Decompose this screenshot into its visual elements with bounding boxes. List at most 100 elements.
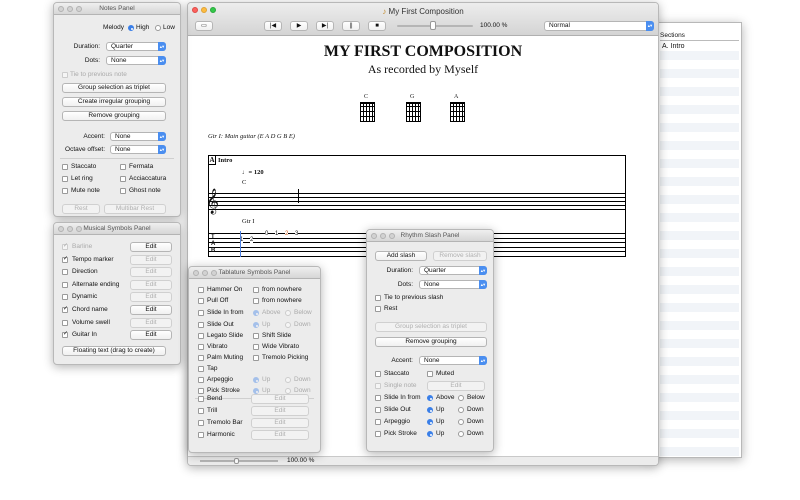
volume-swell-checkbox[interactable] (62, 319, 68, 326)
single-note-edit-button[interactable]: Edit (427, 381, 485, 391)
melody-low-radio[interactable] (155, 25, 161, 31)
rewind-button[interactable]: |◀ (264, 21, 282, 31)
arpeggio-down-radio[interactable] (285, 377, 291, 383)
slash-slide-up-radio[interactable] (427, 407, 433, 413)
slash-slide-out-checkbox[interactable] (375, 407, 381, 413)
dynamic-edit-button[interactable]: Edit (130, 292, 172, 303)
remove-grouping-button[interactable]: Remove grouping (62, 111, 166, 121)
multibar-rest-button[interactable]: Multibar Rest (104, 204, 166, 214)
slash-slide-above-radio[interactable] (427, 395, 433, 401)
pull-off-checkbox[interactable] (198, 298, 204, 304)
remove-slash-button[interactable]: Remove slash (433, 251, 487, 261)
add-slash-button[interactable]: Add slash (375, 251, 427, 261)
alternate-ending-checkbox[interactable] (62, 281, 68, 288)
slash-group-triplet-button[interactable]: Group selection as triplet (375, 322, 487, 332)
guitar-in-checkbox[interactable] (62, 330, 68, 339)
slash-slide-in-checkbox[interactable] (375, 395, 381, 401)
chord-name-edit-button[interactable]: Edit (130, 305, 172, 315)
slide-in-from-checkbox[interactable] (198, 310, 204, 316)
barline-checkbox[interactable] (62, 242, 68, 250)
harmonic-checkbox[interactable] (198, 432, 204, 438)
end-button[interactable]: ▶| (316, 21, 334, 31)
pull-from-nowhere-checkbox[interactable] (253, 298, 259, 304)
tremolo-picking-checkbox[interactable] (253, 355, 259, 361)
direction-checkbox[interactable] (62, 269, 68, 276)
barline-edit-button[interactable]: Edit (130, 242, 172, 252)
octave-select[interactable]: None ▴▾ (110, 145, 166, 154)
chord-name-checkbox[interactable] (62, 305, 68, 313)
slash-staccato-checkbox[interactable] (375, 371, 381, 377)
tremolo-bar-checkbox[interactable] (198, 420, 204, 426)
tempo-marker-edit-button[interactable]: Edit (130, 254, 172, 265)
slide-out-checkbox[interactable] (198, 322, 204, 328)
slash-dots-select[interactable]: None ▴▾ (419, 280, 487, 289)
dots-select[interactable]: None ▴▾ (106, 56, 166, 65)
acciaccatura-checkbox[interactable] (120, 176, 126, 182)
palm-muting-checkbox[interactable] (198, 355, 204, 361)
slide-down-radio[interactable] (285, 322, 291, 328)
accent-select[interactable]: None ▴▾ (110, 132, 166, 141)
floating-text-button[interactable]: Floating text (drag to create) (62, 346, 166, 356)
direction-edit-button[interactable]: Edit (130, 267, 172, 278)
slash-arpeggio-down-radio[interactable] (458, 419, 464, 425)
slash-duration-select[interactable]: Quarter ▴▾ (419, 266, 487, 275)
slash-arpeggio-up-radio[interactable] (427, 419, 433, 425)
slash-slide-down-radio[interactable] (458, 407, 464, 413)
tremolo-bar-edit-button[interactable]: Edit (251, 418, 309, 428)
slash-pick-down-radio[interactable] (458, 431, 464, 437)
print-button[interactable]: ▭ (195, 21, 213, 31)
slash-pick-up-radio[interactable] (427, 431, 433, 437)
duration-select[interactable]: Quarter ▴▾ (106, 42, 166, 51)
speed-slider-thumb[interactable] (430, 21, 436, 30)
slide-up-radio[interactable] (253, 322, 259, 328)
staccato-checkbox[interactable] (62, 164, 68, 170)
irregular-grouping-button[interactable]: Create irregular grouping (62, 97, 166, 107)
mute-note-checkbox[interactable] (62, 188, 68, 194)
hammer-from-nowhere-checkbox[interactable] (253, 287, 259, 293)
slash-arpeggio-checkbox[interactable] (375, 419, 381, 425)
trill-edit-button[interactable]: Edit (251, 406, 309, 416)
slash-muted-checkbox[interactable] (427, 371, 433, 377)
slash-tie-checkbox[interactable] (375, 295, 381, 301)
tie-checkbox[interactable] (62, 72, 68, 78)
let-ring-checkbox[interactable] (62, 176, 68, 182)
dynamic-checkbox[interactable] (62, 294, 68, 301)
tempo-marker-checkbox[interactable] (62, 255, 68, 263)
section-item-intro[interactable]: A. Intro (662, 43, 685, 50)
slash-slide-below-radio[interactable] (458, 395, 464, 401)
group-triplet-button[interactable]: Group selection as triplet (62, 83, 166, 93)
trill-checkbox[interactable] (198, 408, 204, 414)
view-select[interactable]: Normal ▴▾ (544, 21, 654, 31)
melody-high-radio[interactable] (128, 25, 134, 31)
slash-pick-stroke-checkbox[interactable] (375, 431, 381, 437)
zoom-slider-thumb[interactable] (234, 458, 239, 464)
guitar-in-edit-button[interactable]: Edit (130, 330, 172, 341)
bend-checkbox[interactable] (198, 396, 204, 402)
slash-accent-select[interactable]: None ▴▾ (419, 356, 487, 365)
legato-slide-checkbox[interactable] (198, 333, 204, 339)
stop-button[interactable]: ■ (368, 21, 386, 31)
shift-slide-checkbox[interactable] (253, 333, 259, 339)
arpeggio-checkbox[interactable] (198, 377, 204, 383)
zoom-slider-track[interactable] (200, 460, 278, 462)
ghost-note-checkbox[interactable] (120, 188, 126, 194)
hammer-on-checkbox[interactable] (198, 287, 204, 293)
rest-button[interactable]: Rest (62, 204, 100, 214)
slash-rest-checkbox[interactable] (375, 306, 381, 312)
slide-below-radio[interactable] (285, 310, 291, 316)
volume-swell-edit-button[interactable]: Edit (130, 317, 172, 328)
tap-checkbox[interactable] (198, 366, 204, 372)
harmonic-edit-button[interactable]: Edit (251, 430, 309, 440)
pick-stroke-checkbox[interactable] (198, 388, 204, 394)
slash-remove-grouping-button[interactable]: Remove grouping (375, 337, 487, 347)
single-note-checkbox[interactable] (375, 383, 381, 389)
pause-button[interactable]: || (342, 21, 360, 31)
slide-above-radio[interactable] (253, 310, 259, 316)
arpeggio-up-radio[interactable] (253, 377, 259, 383)
wide-vibrato-checkbox[interactable] (253, 344, 259, 350)
alternate-ending-edit-button[interactable]: Edit (130, 279, 172, 290)
bend-edit-button[interactable]: Edit (251, 394, 309, 404)
vibrato-checkbox[interactable] (198, 344, 204, 350)
play-button[interactable]: ▶ (290, 21, 308, 31)
fermata-checkbox[interactable] (120, 164, 126, 170)
